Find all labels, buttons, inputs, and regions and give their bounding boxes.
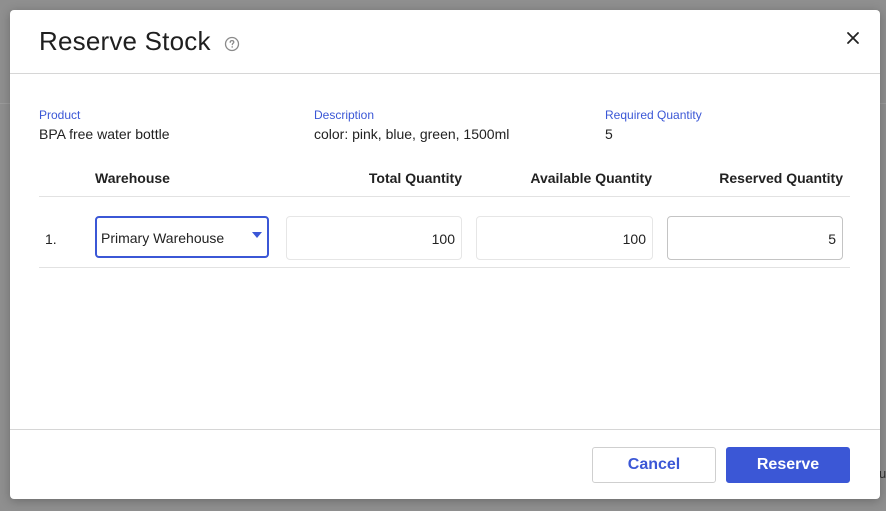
dialog-header: Reserve Stock <box>10 10 880 74</box>
caret-down-icon <box>252 232 262 238</box>
reserved-quantity-input[interactable]: 5 <box>667 216 843 260</box>
column-header-available-quantity: Available Quantity <box>530 170 652 186</box>
product-value: BPA free water bottle <box>39 126 170 142</box>
background-text-fragment: u <box>879 466 886 481</box>
question-circle-icon[interactable] <box>224 36 240 52</box>
table-row-divider <box>39 267 850 268</box>
warehouse-select-value: Primary Warehouse <box>101 230 225 246</box>
reserve-stock-dialog: Reserve Stock Product BPA free water bot… <box>10 10 880 499</box>
dialog-footer-divider <box>10 429 880 430</box>
row-index: 1. <box>45 231 57 247</box>
reserved-quantity-value: 5 <box>828 231 836 247</box>
column-header-total-quantity: Total Quantity <box>368 170 462 186</box>
required-quantity-label: Required Quantity <box>605 108 702 122</box>
column-header-reserved-quantity: Reserved Quantity <box>719 170 843 186</box>
cancel-button[interactable]: Cancel <box>592 447 716 483</box>
reserve-button[interactable]: Reserve <box>726 447 850 483</box>
total-quantity-value: 100 <box>431 231 455 247</box>
table-header-divider <box>39 196 850 197</box>
required-quantity-value: 5 <box>605 126 613 142</box>
description-label: Description <box>314 108 375 122</box>
available-quantity-field: 100 <box>476 216 653 260</box>
dialog-title: Reserve Stock <box>39 26 211 56</box>
column-header-warehouse: Warehouse <box>95 170 170 186</box>
warehouse-select[interactable]: Primary Warehouse <box>95 216 269 258</box>
product-label: Product <box>39 108 81 122</box>
total-quantity-field: 100 <box>286 216 462 260</box>
close-icon[interactable] <box>845 30 861 46</box>
available-quantity-value: 100 <box>622 231 646 247</box>
description-value: color: pink, blue, green, 1500ml <box>314 126 510 142</box>
